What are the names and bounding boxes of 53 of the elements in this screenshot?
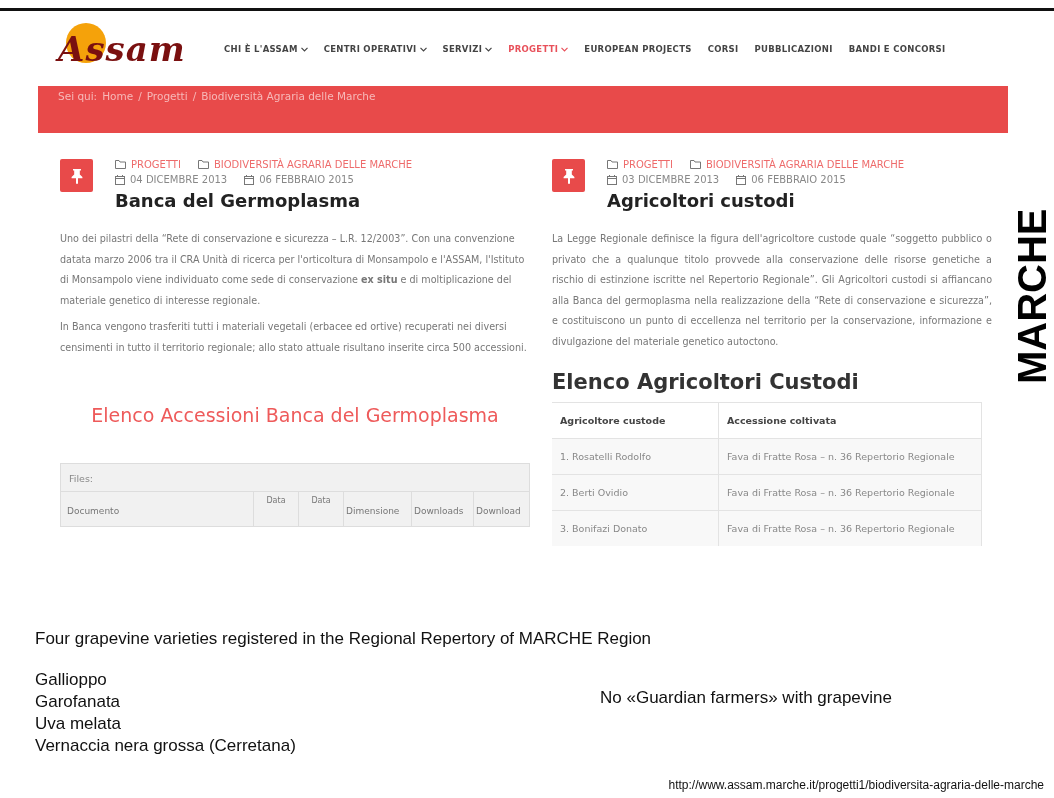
date-text: 03 DICEMBRE 2013	[622, 173, 720, 187]
table-cell: 1. Rosatelli Rodolfo	[552, 438, 719, 475]
slide-caption: Four grapevine varieties registered in the Regional Repertory of MARCHE Region	[35, 629, 653, 649]
table-cell: 2. Berti Ovidio	[552, 474, 719, 511]
date-text: 06 FEBBRAIO 2015	[259, 173, 354, 187]
folder-icon	[197, 160, 209, 169]
table-cell: Fava di Fratte Rosa – n. 36 Repertorio Regionale	[718, 438, 982, 475]
variety-name: Gallioppo	[35, 669, 108, 691]
calendar-icon	[115, 174, 125, 185]
pin-icon	[60, 159, 93, 192]
article-paragraph: Uno dei pilastri della “Rete di conservazione e sicurezza – L.R. 12/2003”. Con una convenzione datata marzo 2006 tra il CRA Unità di ricerca per l'orticoltura di Monsampolo e l'ASSAM, l'Istituto di Monsampolo viene individuato come sede di conservazione ex situ e di moltiplicazione del materiale genetico di interesse regionale.	[60, 232, 526, 308]
folder-icon	[115, 160, 126, 169]
date-text: 06 FEBBRAIO 2015	[751, 173, 846, 187]
article-title: Banca del Germoplasma	[115, 190, 362, 211]
calendar-icon	[607, 174, 617, 185]
nav-link[interactable]: PROGETTI	[508, 43, 569, 54]
slide-note: No «Guardian farmers» with grapevine	[600, 688, 892, 709]
article-title: Agricoltori custodi	[607, 190, 796, 211]
breadcrumb-label: Sei qui:	[58, 90, 98, 102]
nav-link[interactable]: CHI È L'ASSAM	[224, 43, 308, 54]
breadcrumb-separator: /	[192, 90, 197, 102]
table-caption: Files:	[61, 464, 529, 492]
column-header: Data	[298, 492, 343, 526]
nav-link[interactable]: BANDI E CONCORSI	[848, 43, 946, 54]
region-label: MARCHE	[1010, 208, 1053, 384]
breadcrumb-separator: /	[138, 90, 142, 102]
column-header: Dimensione	[343, 492, 411, 526]
column-header: Downloads	[411, 492, 473, 526]
folder-icon	[607, 160, 618, 169]
nav-link[interactable]: CORSI	[707, 43, 739, 54]
source-url: http://www.assam.marche.it/progetti1/biodiversita-agraria-delle-marche	[668, 778, 1044, 792]
nav-link[interactable]: EUROPEAN PROJECTS	[584, 43, 692, 54]
article-paragraph: In Banca vengono trasferiti tutti i materiali vegetali (erbacee ed ortive) recuperati nei diversi censimenti in tutto il territorio regionale; allo stato attuale risultano inserite circa 500 accessioni.	[60, 320, 528, 355]
variety-name: Vernaccia nera grossa (Cerretana)	[35, 735, 297, 757]
date-text: 04 DICEMBRE 2013	[130, 173, 228, 187]
table-cell: 3. Bonifazi Donato	[552, 510, 719, 546]
variety-name: Garofanata	[35, 691, 122, 713]
calendar-icon	[244, 174, 255, 185]
section-heading: Elenco Accessioni Banca del Germoplasma	[90, 404, 500, 426]
pin-icon	[552, 159, 585, 192]
nav-link[interactable]: SERVIZI	[442, 43, 493, 54]
column-header: Download	[473, 492, 529, 526]
section-heading: Elenco Agricoltori Custodi	[552, 370, 860, 394]
variety-name: Uva melata	[35, 713, 122, 735]
calendar-icon	[736, 174, 747, 185]
folder-icon	[689, 160, 701, 169]
table-cell: Fava di Fratte Rosa – n. 36 Repertorio Regionale	[718, 474, 982, 511]
nav-link[interactable]: PUBBLICAZIONI	[754, 43, 833, 54]
article-paragraph: La Legge Regionale definisce la figura dell'agricoltore custode quale “soggetto pubblico o privato che a qualunque titolo provvede alla conservazione delle risorse genetiche a rischio di estinzione iscritte nel Repertorio Regionale”. Gli Agricoltori custodi si affiancano alla Banca del germoplasma nella realizzazione della “Rete di conservazione e sicurezza”, e costituiscono un punto di eccellenza nel territorio per la conservazione, informazione e divulgazione del materiale genetico autoctono.	[552, 232, 992, 349]
table-cell: Fava di Fratte Rosa – n. 36 Repertorio Regionale	[718, 510, 982, 546]
nav-link[interactable]: CENTRI OPERATIVI	[323, 43, 427, 54]
column-header: Data	[253, 492, 298, 526]
column-header: Documento	[66, 505, 121, 518]
